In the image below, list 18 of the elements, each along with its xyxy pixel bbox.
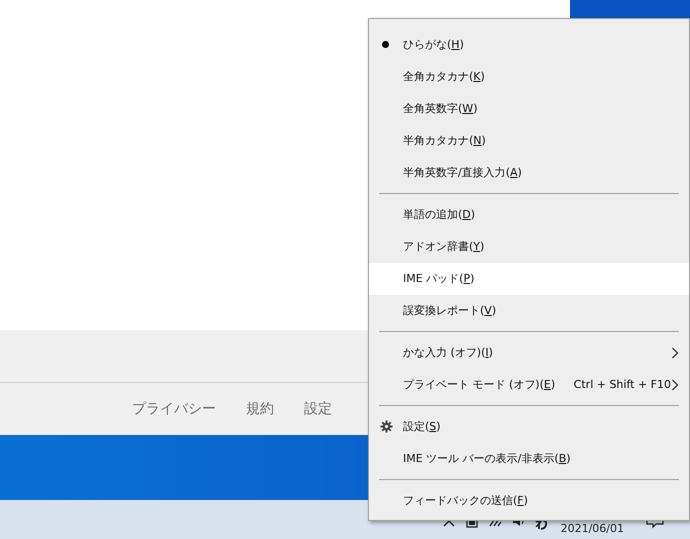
menu-item[interactable]: IME ツール バーの表示/非表示(B) — [369, 443, 689, 475]
menu-item[interactable]: フィードバックの送信(F) — [369, 485, 689, 517]
footer-link[interactable]: プライバシー — [132, 398, 216, 420]
menu-item[interactable]: 単語の追加(D) — [369, 199, 689, 231]
menu-item[interactable]: かな入力 (オフ)(I) — [369, 337, 689, 369]
menu-item[interactable]: アドオン辞書(Y) — [369, 231, 689, 263]
menu-item[interactable]: プライベート モード (オフ)(E) Ctrl + Shift + F10 — [369, 369, 689, 401]
footer-link[interactable]: 設定 — [304, 398, 332, 420]
footer-link[interactable]: 規約 — [246, 398, 274, 420]
menu-item[interactable]: ひらがな(H) — [369, 29, 689, 61]
menu-item[interactable]: 設定(S) — [369, 411, 689, 443]
menu-item[interactable]: 半角英数字/直接入力(A) — [369, 157, 689, 189]
menu-item[interactable]: 誤変換レポート(V) — [369, 295, 689, 327]
menu-item[interactable]: 半角カタカナ(N) — [369, 125, 689, 157]
menu-item[interactable]: 全角カタカナ(K) — [369, 61, 689, 93]
menu-item[interactable]: 全角英数字(W) — [369, 93, 689, 125]
menu-item[interactable]: IME パッド(P) — [369, 263, 689, 295]
shortcut-text: Ctrl + Shift + F10 — [574, 376, 671, 393]
